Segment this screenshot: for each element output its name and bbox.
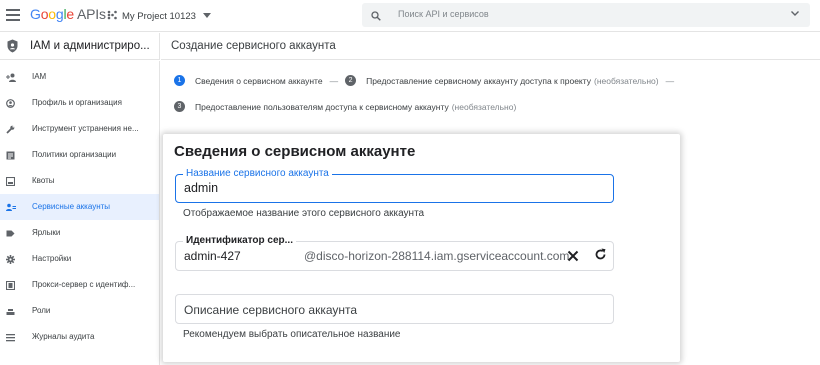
project-dots-icon <box>107 10 117 22</box>
refresh-icon[interactable] <box>594 248 607 261</box>
service-account-id-field[interactable]: Идентификатор сер... admin-427 @disco-ho… <box>175 235 614 271</box>
description-placeholder: Описание сервисного аккаунта <box>184 303 358 317</box>
audit-list-icon <box>6 333 15 342</box>
card-title: Сведения о сервисном аккаунте <box>174 143 416 160</box>
sidebar-item-service-accounts[interactable]: Сервисные аккаунты <box>0 194 159 220</box>
page-header: Создание сервисного аккаунта <box>161 33 820 60</box>
google-apis-logo[interactable]: Google APIs <box>30 6 106 22</box>
sidebar-item-identity-proxy[interactable]: Прокси-сервер с идентиф... <box>0 272 159 298</box>
sidebar-item-roles[interactable]: Роли <box>0 298 159 324</box>
project-name: My Project 10123 <box>122 10 196 22</box>
service-account-details-card: Сведения о сервисном аккаунте Название с… <box>163 134 680 362</box>
step-2-optional: (необязательно) <box>593 75 659 86</box>
service-account-icon <box>6 203 16 212</box>
sidebar-item-profile[interactable]: Профиль и организация <box>0 90 159 116</box>
menu-icon[interactable] <box>6 9 20 21</box>
sidebar-item-org-policies[interactable]: Политики организации <box>0 142 159 168</box>
chevron-down-icon[interactable] <box>790 8 800 20</box>
sidebar-item-labels[interactable]: Ярлыки <box>0 220 159 246</box>
id-field-label: Идентификатор сер... <box>183 235 296 246</box>
project-selector[interactable]: My Project 10123 <box>107 7 211 25</box>
service-account-name-field[interactable]: Название сервисного аккаунта admin <box>175 168 614 203</box>
step-1-number: 1 <box>174 75 185 86</box>
sidebar-item-iam[interactable]: IAM <box>0 64 159 90</box>
stepper-row-2: 3 Предоставление пользователям доступа к… <box>174 101 516 112</box>
sidebar-item-settings[interactable]: Настройки <box>0 246 159 272</box>
step-2-label[interactable]: Предоставление сервисному аккаунту досту… <box>366 76 591 86</box>
account-circle-icon <box>6 99 15 108</box>
policy-list-icon <box>6 151 15 160</box>
label-tag-icon <box>6 229 15 238</box>
shield-icon <box>7 39 18 53</box>
id-field-suffix: @disco-horizon-288114.iam.gserviceaccoun… <box>304 249 570 263</box>
sidebar-item-quotas[interactable]: Квоты <box>0 168 159 194</box>
sidebar-item-audit-logs[interactable]: Журналы аудита <box>0 324 159 350</box>
step-1-label[interactable]: Сведения о сервисном аккаунте <box>195 76 323 86</box>
section-header: IAM и администриро... <box>0 33 160 60</box>
service-account-description-field[interactable]: Описание сервисного аккаунта <box>175 294 614 324</box>
id-field-value[interactable]: admin-427 <box>184 249 241 263</box>
chevron-down-icon <box>202 12 211 20</box>
sidebar-nav: IAM Профиль и организация Инструмент уст… <box>0 61 160 365</box>
step-3-optional: (необязательно) <box>451 101 517 112</box>
step-3-label[interactable]: Предоставление пользователям доступа к с… <box>195 102 449 112</box>
step-2-number: 2 <box>345 75 357 86</box>
search-bar[interactable]: Поиск API и сервисов <box>362 3 810 27</box>
gear-icon <box>6 255 15 264</box>
step-3-number: 3 <box>174 101 185 112</box>
search-icon <box>371 8 381 21</box>
name-field-hint: Отображаемое название этого сервисного а… <box>183 208 425 219</box>
page-title: Создание сервисного аккаунта <box>171 40 336 52</box>
sidebar-item-troubleshooter[interactable]: Инструмент устранения не... <box>0 116 159 142</box>
name-field-value[interactable]: admin <box>184 181 218 195</box>
top-app-bar: Google APIs My Project 10123 Поиск API и … <box>0 0 820 32</box>
section-title: IAM и администриро... <box>30 40 150 52</box>
close-icon[interactable] <box>567 249 579 262</box>
wrench-icon <box>6 125 15 134</box>
person-add-icon <box>6 73 16 82</box>
quota-icon <box>5 176 16 187</box>
roles-icon <box>6 307 15 316</box>
proxy-icon <box>5 280 16 291</box>
name-field-label: Название сервисного аккаунта <box>183 168 332 179</box>
stepper-row-1: 1 Сведения о сервисном аккаунте — 2 Пред… <box>174 75 681 86</box>
description-field-hint: Рекомендуем выбрать описательное названи… <box>183 329 401 340</box>
search-placeholder: Поиск API и сервисов <box>398 9 489 19</box>
